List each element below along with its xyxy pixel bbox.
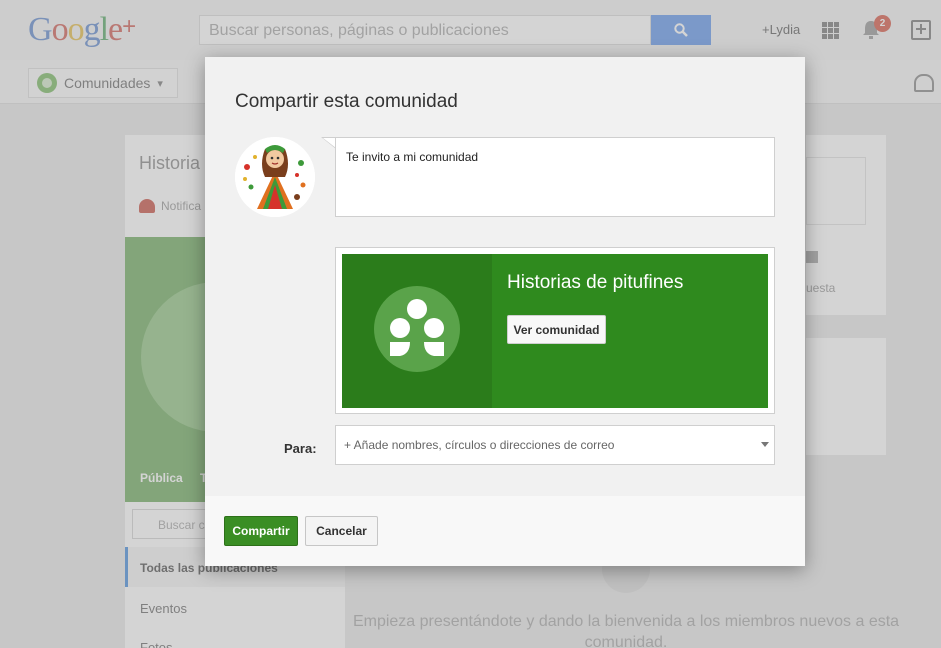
avatar-illustration-icon — [235, 137, 315, 217]
recipients-input[interactable]: + Añade nombres, círculos o direcciones … — [335, 425, 775, 465]
to-label: Para: — [284, 441, 317, 456]
community-preview-card: Historias de pitufines Ver comunidad — [342, 254, 768, 408]
dialog-footer: Compartir Cancelar — [205, 496, 805, 566]
view-community-button[interactable]: Ver comunidad — [507, 315, 606, 344]
share-button[interactable]: Compartir — [224, 516, 298, 546]
message-textarea[interactable]: Te invito a mi comunidad — [335, 137, 775, 217]
cancel-button[interactable]: Cancelar — [305, 516, 378, 546]
community-people-glyph-icon — [390, 299, 444, 356]
community-people-icon — [374, 286, 460, 372]
community-preview-icon-panel — [342, 254, 492, 408]
dialog-title: Compartir esta comunidad — [235, 91, 458, 112]
community-preview: Historias de pitufines Ver comunidad — [335, 247, 775, 414]
avatar — [235, 137, 315, 217]
recipients-dropdown-icon[interactable] — [761, 442, 769, 447]
community-name: Historias de pitufines — [507, 272, 684, 293]
share-community-dialog: Compartir esta comunidad Te invito a mi … — [205, 57, 805, 566]
